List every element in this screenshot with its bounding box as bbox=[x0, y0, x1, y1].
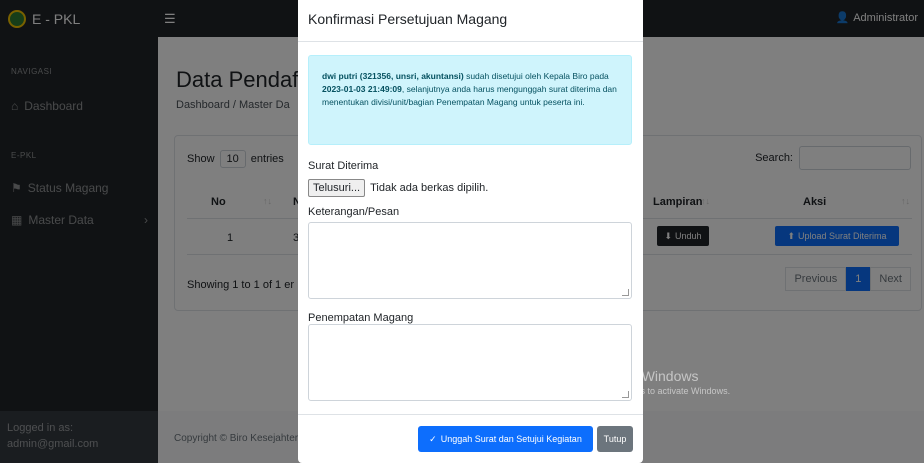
check-icon: ✓ bbox=[429, 433, 437, 444]
modal-header-divider bbox=[298, 41, 643, 42]
confirm-modal: Konfirmasi Persetujuan Magang dwi putri … bbox=[298, 0, 643, 463]
penempatan-textarea[interactable] bbox=[308, 324, 632, 401]
file-status: Tidak ada berkas dipilih. bbox=[370, 182, 489, 194]
submit-approve-button[interactable]: ✓ Unggah Surat dan Setujui Kegiatan bbox=[418, 426, 593, 452]
browse-button[interactable]: Telusuri... bbox=[308, 179, 366, 197]
alert-datetime: 2023-01-03 21:49:09 bbox=[322, 84, 402, 94]
close-button[interactable]: Tutup bbox=[597, 426, 633, 452]
modal-title: Konfirmasi Persetujuan Magang bbox=[308, 11, 508, 27]
submit-label: Unggah Surat dan Setujui Kegiatan bbox=[440, 434, 582, 444]
alert-text-1: sudah disetujui oleh Kepala Biro pada bbox=[463, 71, 609, 81]
info-alert: dwi putri (321356, unsri, akuntansi) sud… bbox=[308, 55, 632, 145]
alert-participant: dwi putri (321356, unsri, akuntansi) bbox=[322, 71, 464, 81]
modal-footer-divider bbox=[298, 414, 643, 415]
surat-file-input: Telusuri... Tidak ada berkas dipilih. bbox=[308, 179, 488, 197]
penempatan-label: Penempatan Magang bbox=[308, 312, 414, 324]
keterangan-label: Keterangan/Pesan bbox=[308, 206, 400, 218]
surat-diterima-label: Surat Diterima bbox=[308, 160, 379, 172]
keterangan-textarea[interactable] bbox=[308, 222, 632, 299]
